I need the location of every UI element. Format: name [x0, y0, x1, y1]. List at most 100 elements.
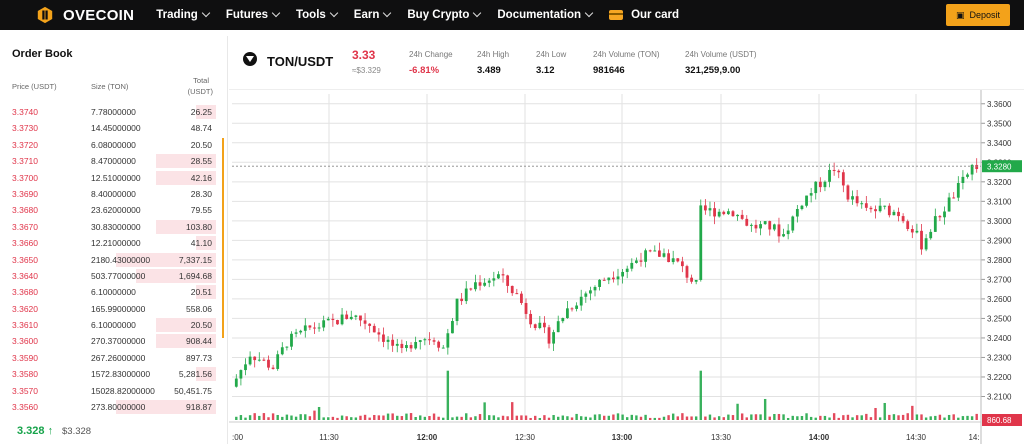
- order-book-row[interactable]: 3.3640 503.77000000 1,694.68: [0, 268, 222, 284]
- order-book-row[interactable]: 3.3570 15028.82000000 50,451.75: [0, 383, 222, 399]
- candle-body: [234, 378, 238, 387]
- volume-bar: [823, 415, 827, 420]
- order-book-row[interactable]: 3.3700 12.51000000 42.16: [0, 170, 222, 186]
- order-book-row[interactable]: 3.3650 2180.43000000 7,337.15: [0, 252, 222, 268]
- order-book-row[interactable]: 3.3620 165.99000000 558.06: [0, 301, 222, 317]
- volume-bar: [267, 417, 270, 420]
- volume-bar: [244, 417, 247, 420]
- order-book-row[interactable]: 3.3580 1572.83000000 5,281.56: [0, 366, 222, 382]
- x-tick-label: 11:30: [319, 433, 339, 442]
- card-icon: [609, 10, 624, 20]
- volume-bar: [432, 413, 436, 420]
- candle-body: [497, 274, 500, 279]
- volume-bar: [363, 414, 367, 420]
- volume-bar: [828, 417, 831, 420]
- volume-bar: [731, 415, 735, 420]
- volume-bar: [446, 370, 450, 420]
- volume-bar: [846, 414, 850, 420]
- volume-bar: [644, 414, 647, 420]
- volume-bar: [598, 414, 601, 420]
- row-size: 267.26000000: [91, 352, 146, 363]
- stat-24h-high: 24h High 3.489: [477, 50, 509, 76]
- volume-bar: [625, 417, 629, 420]
- menu-trading[interactable]: Trading: [156, 8, 211, 21]
- candle-body: [616, 276, 620, 280]
- order-book-row[interactable]: 3.3680 23.62000000 79.55: [0, 202, 222, 218]
- candle-body: [391, 339, 395, 346]
- menu-tools[interactable]: Tools: [296, 8, 339, 21]
- order-book-row[interactable]: 3.3670 30.83000000 103.80: [0, 219, 222, 235]
- stat-label: 24h Volume (TON): [593, 50, 660, 59]
- row-price: 3.3660: [12, 238, 38, 249]
- candle-body: [299, 330, 303, 333]
- order-book-row[interactable]: 3.3590 267.26000000 897.73: [0, 350, 222, 366]
- volume-bar: [883, 402, 886, 420]
- candle-body: [901, 216, 905, 222]
- price-chart[interactable]: 3.36003.35003.34003.33003.32003.31003.30…: [229, 90, 1024, 444]
- volume-bar: [694, 416, 698, 420]
- order-book-row[interactable]: 3.3560 273.80000000 918.87: [0, 399, 222, 415]
- row-price: 3.3620: [12, 303, 38, 314]
- menu-futures[interactable]: Futures: [226, 8, 281, 21]
- volume-bar: [354, 417, 358, 420]
- order-book-row[interactable]: 3.3730 14.45000000 48.74: [0, 120, 222, 136]
- row-size: 165.99000000: [91, 303, 146, 314]
- stat-value: 321,259,9.00: [685, 65, 741, 76]
- order-book-row[interactable]: 3.3660 12.21000000 41.10: [0, 235, 222, 251]
- scrollbar[interactable]: [222, 138, 224, 338]
- row-size: 8.47000000: [91, 156, 136, 167]
- deposit-button[interactable]: ▣ Deposit: [946, 4, 1010, 26]
- candlestick-chart[interactable]: 3.36003.35003.34003.33003.32003.31003.30…: [229, 90, 1024, 444]
- candle-body: [354, 315, 358, 317]
- volume-bar: [635, 415, 638, 420]
- candle-body: [368, 323, 372, 326]
- volume-bar: [961, 416, 965, 420]
- candle-body: [975, 164, 979, 170]
- row-price: 3.3680: [12, 205, 38, 216]
- candle-body: [749, 224, 753, 226]
- order-book-row[interactable]: 3.3690 8.40000000 28.30: [0, 186, 222, 202]
- volume-bar: [451, 417, 454, 420]
- menu-buy-crypto[interactable]: Buy Crypto: [407, 8, 482, 21]
- row-total: 20.51: [190, 287, 212, 298]
- row-total: 897.73: [186, 352, 212, 363]
- candle-body: [713, 208, 716, 217]
- order-book-panel: Order Book Price (USDT) Size (TON) Total…: [0, 36, 228, 444]
- y-tick-label: 3.3000: [987, 217, 1012, 226]
- candle-body: [598, 279, 602, 287]
- candle-body: [823, 181, 827, 188]
- row-total: 26.25: [190, 107, 212, 117]
- row-price: 3.3590: [12, 352, 38, 363]
- y-tick-label: 3.3200: [987, 178, 1012, 187]
- candle-body: [253, 356, 257, 361]
- logo[interactable]: OVECOIN: [36, 6, 134, 24]
- volume-bar: [800, 416, 804, 420]
- order-book-row[interactable]: 3.3610 6.10000000 20.50: [0, 317, 222, 333]
- volume-bar: [603, 415, 606, 420]
- volume-bar: [271, 413, 275, 420]
- order-book-row[interactable]: 3.3710 8.47000000 28.55: [0, 153, 222, 169]
- candle-body: [740, 214, 744, 219]
- candle-body: [428, 339, 431, 341]
- order-book-row[interactable]: 3.3720 6.08000000 20.50: [0, 137, 222, 153]
- order-book-row[interactable]: 3.3600 270.37000000 908.44: [0, 333, 222, 349]
- row-total: 103.80: [186, 221, 212, 232]
- pair-name[interactable]: TON/USDT: [267, 54, 333, 69]
- y-tick-label: 3.2400: [987, 334, 1012, 343]
- candle-body: [524, 303, 528, 314]
- order-book-row[interactable]: 3.3740 7.78000000 26.25: [0, 104, 222, 120]
- volume-bar: [952, 414, 955, 420]
- volume-bar: [331, 416, 335, 420]
- menu-earn[interactable]: Earn: [354, 8, 392, 21]
- candle-body: [405, 345, 408, 349]
- candle-body: [680, 261, 684, 267]
- menu-documentation[interactable]: Documentation: [497, 8, 594, 21]
- order-book-row[interactable]: 3.3680 6.10000000 20.51: [0, 284, 222, 300]
- volume-bar: [616, 413, 620, 420]
- candle-body: [938, 216, 942, 218]
- volume-bar: [796, 416, 799, 420]
- menu-our-card[interactable]: Our card: [609, 9, 679, 21]
- candle-body: [340, 314, 344, 325]
- candle-body: [377, 332, 381, 335]
- row-size: 273.80000000: [91, 402, 146, 413]
